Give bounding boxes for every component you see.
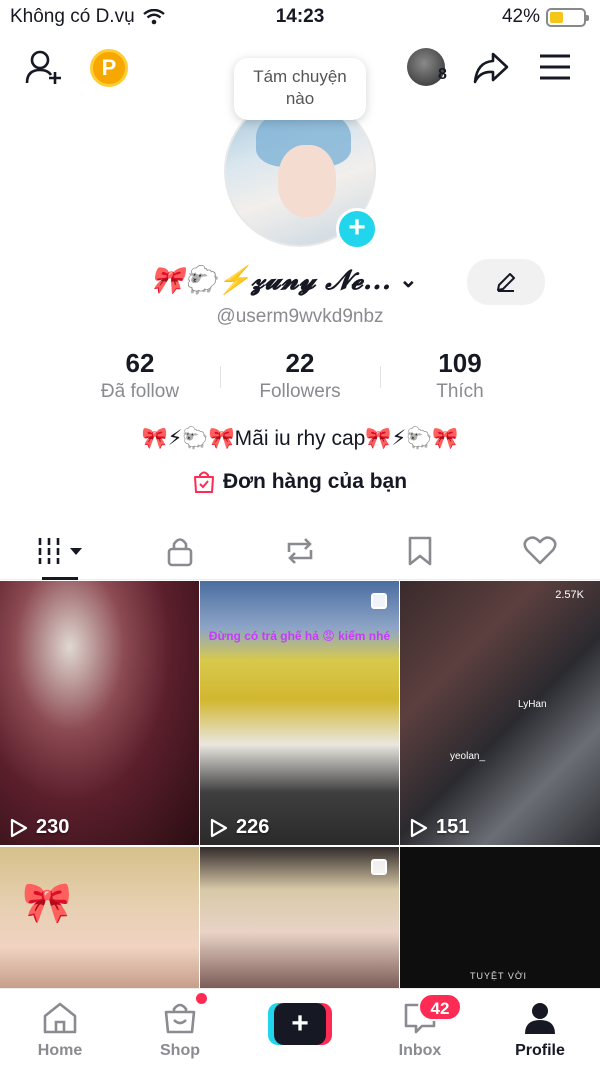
orders-link[interactable]: Đơn hàng của bạn bbox=[0, 470, 600, 494]
stat-value: 22 bbox=[285, 348, 315, 378]
tooltip-line2: nào bbox=[285, 89, 315, 108]
video-small-tag: yeolan_ bbox=[450, 751, 486, 762]
plus-icon: + bbox=[274, 1003, 326, 1045]
lock-icon bbox=[167, 537, 193, 566]
shop-bag-icon bbox=[164, 1003, 196, 1034]
profile-bio: 🎀⚡🐑🎀Mãi iu rhy cap🎀⚡🐑🎀 bbox=[141, 427, 459, 450]
avatar-face bbox=[278, 145, 336, 217]
tooltip-bubble: Tám chuyện nào bbox=[234, 58, 366, 120]
view-count: 151 bbox=[410, 816, 469, 839]
add-avatar-button[interactable]: + bbox=[336, 208, 378, 250]
multi-photo-icon bbox=[371, 593, 387, 609]
status-bar: Không có D.vụ 14:23 42% bbox=[0, 0, 600, 36]
person-icon bbox=[525, 1003, 555, 1034]
video-thumbnail[interactable]: 🎀 bbox=[0, 847, 199, 989]
video-thumbnail[interactable]: Đừng có trả ghế hả 😡 kiểm nhé 226 bbox=[200, 581, 399, 845]
play-icon bbox=[10, 818, 28, 837]
view-count: 230 bbox=[10, 816, 69, 839]
bow-sticker: 🎀 bbox=[22, 881, 72, 925]
nav-home[interactable]: Home bbox=[0, 989, 120, 1067]
tab-videos[interactable] bbox=[0, 522, 120, 580]
battery-level bbox=[550, 11, 564, 23]
share-icon[interactable] bbox=[472, 51, 510, 85]
tab-reposts[interactable] bbox=[240, 522, 360, 579]
pencil-icon bbox=[497, 273, 515, 292]
view-count: 226 bbox=[210, 816, 269, 839]
tab-liked[interactable] bbox=[480, 522, 600, 579]
inbox-badge: 42 bbox=[418, 993, 462, 1021]
home-icon bbox=[43, 1002, 77, 1034]
stat-followers[interactable]: 22 Followers bbox=[220, 348, 380, 403]
profile-tabs bbox=[0, 522, 600, 580]
nav-label: Inbox bbox=[398, 1042, 442, 1059]
video-thumbnail[interactable]: 230 bbox=[0, 581, 199, 845]
play-icon bbox=[410, 818, 428, 837]
chevron-down-icon[interactable]: ⌄ bbox=[399, 267, 417, 293]
video-name-tag: LyHan bbox=[518, 699, 547, 710]
nav-label: Shop bbox=[160, 1042, 200, 1059]
stat-label: Đã follow bbox=[100, 381, 180, 402]
coin-button[interactable]: P bbox=[90, 49, 128, 87]
video-thumbnail[interactable]: TUYỆT VỜI bbox=[400, 847, 600, 989]
orders-label: Đơn hàng của bạn bbox=[222, 470, 408, 493]
play-icon bbox=[210, 818, 228, 837]
display-name-row[interactable]: 🎀🐑⚡𝔃𝓾𝓷𝔂 𝓝𝓮... ⌄ bbox=[150, 260, 418, 300]
repost-icon bbox=[287, 537, 313, 564]
shopping-bag-icon bbox=[193, 471, 214, 493]
display-name: 🎀🐑⚡𝔃𝓾𝓷𝔂 𝓝𝓮... bbox=[150, 264, 392, 296]
stat-label: Followers bbox=[259, 381, 341, 402]
bookmark-icon bbox=[408, 536, 432, 565]
battery-percent: 42% bbox=[501, 6, 540, 27]
view-count-value: 151 bbox=[436, 816, 470, 838]
video-caption: TUYỆT VỜI bbox=[470, 971, 528, 981]
view-count-value: 230 bbox=[36, 816, 70, 838]
create-button[interactable]: + bbox=[268, 1003, 332, 1045]
video-thumbnail[interactable] bbox=[200, 847, 399, 989]
video-grid: 230 Đừng có trả ghế hả 😡 kiểm nhé 226 2.… bbox=[0, 581, 600, 989]
add-friend-icon[interactable] bbox=[24, 50, 64, 86]
tab-saved[interactable] bbox=[360, 522, 480, 579]
stat-following[interactable]: 62 Đã follow bbox=[60, 348, 220, 403]
live-viewer-count: 2.57K bbox=[555, 589, 584, 601]
videos-grid-icon bbox=[38, 537, 82, 564]
nav-label: Home bbox=[37, 1042, 83, 1059]
nav-label: Profile bbox=[515, 1042, 565, 1059]
nav-profile[interactable]: Profile bbox=[480, 989, 600, 1067]
heart-icon bbox=[523, 535, 557, 564]
edit-profile-button[interactable] bbox=[467, 259, 545, 305]
video-thumbnail[interactable]: 2.57K LyHan yeolan_ 151 bbox=[400, 581, 600, 845]
nav-shop[interactable]: Shop bbox=[120, 989, 240, 1067]
battery-icon bbox=[546, 7, 589, 27]
shop-notification-dot bbox=[196, 993, 207, 1004]
tab-private[interactable] bbox=[120, 522, 240, 579]
multi-photo-icon bbox=[371, 859, 387, 875]
tooltip-line1: Tám chuyện bbox=[253, 67, 347, 86]
video-overlay-text: Đừng có trả ghế hả 😡 kiểm nhé bbox=[208, 629, 391, 643]
menu-icon[interactable] bbox=[538, 53, 572, 81]
stat-label: Thích bbox=[436, 381, 484, 402]
username: @userm9wvkd9nbz bbox=[216, 306, 384, 327]
notification-count: 8 bbox=[438, 66, 447, 83]
stat-likes[interactable]: 109 Thích bbox=[380, 348, 540, 403]
stat-value: 62 bbox=[125, 348, 155, 378]
profile-stats: 62 Đã follow 22 Followers 109 Thích bbox=[60, 348, 540, 403]
view-count-value: 226 bbox=[236, 816, 270, 838]
stat-value: 109 bbox=[438, 348, 482, 378]
